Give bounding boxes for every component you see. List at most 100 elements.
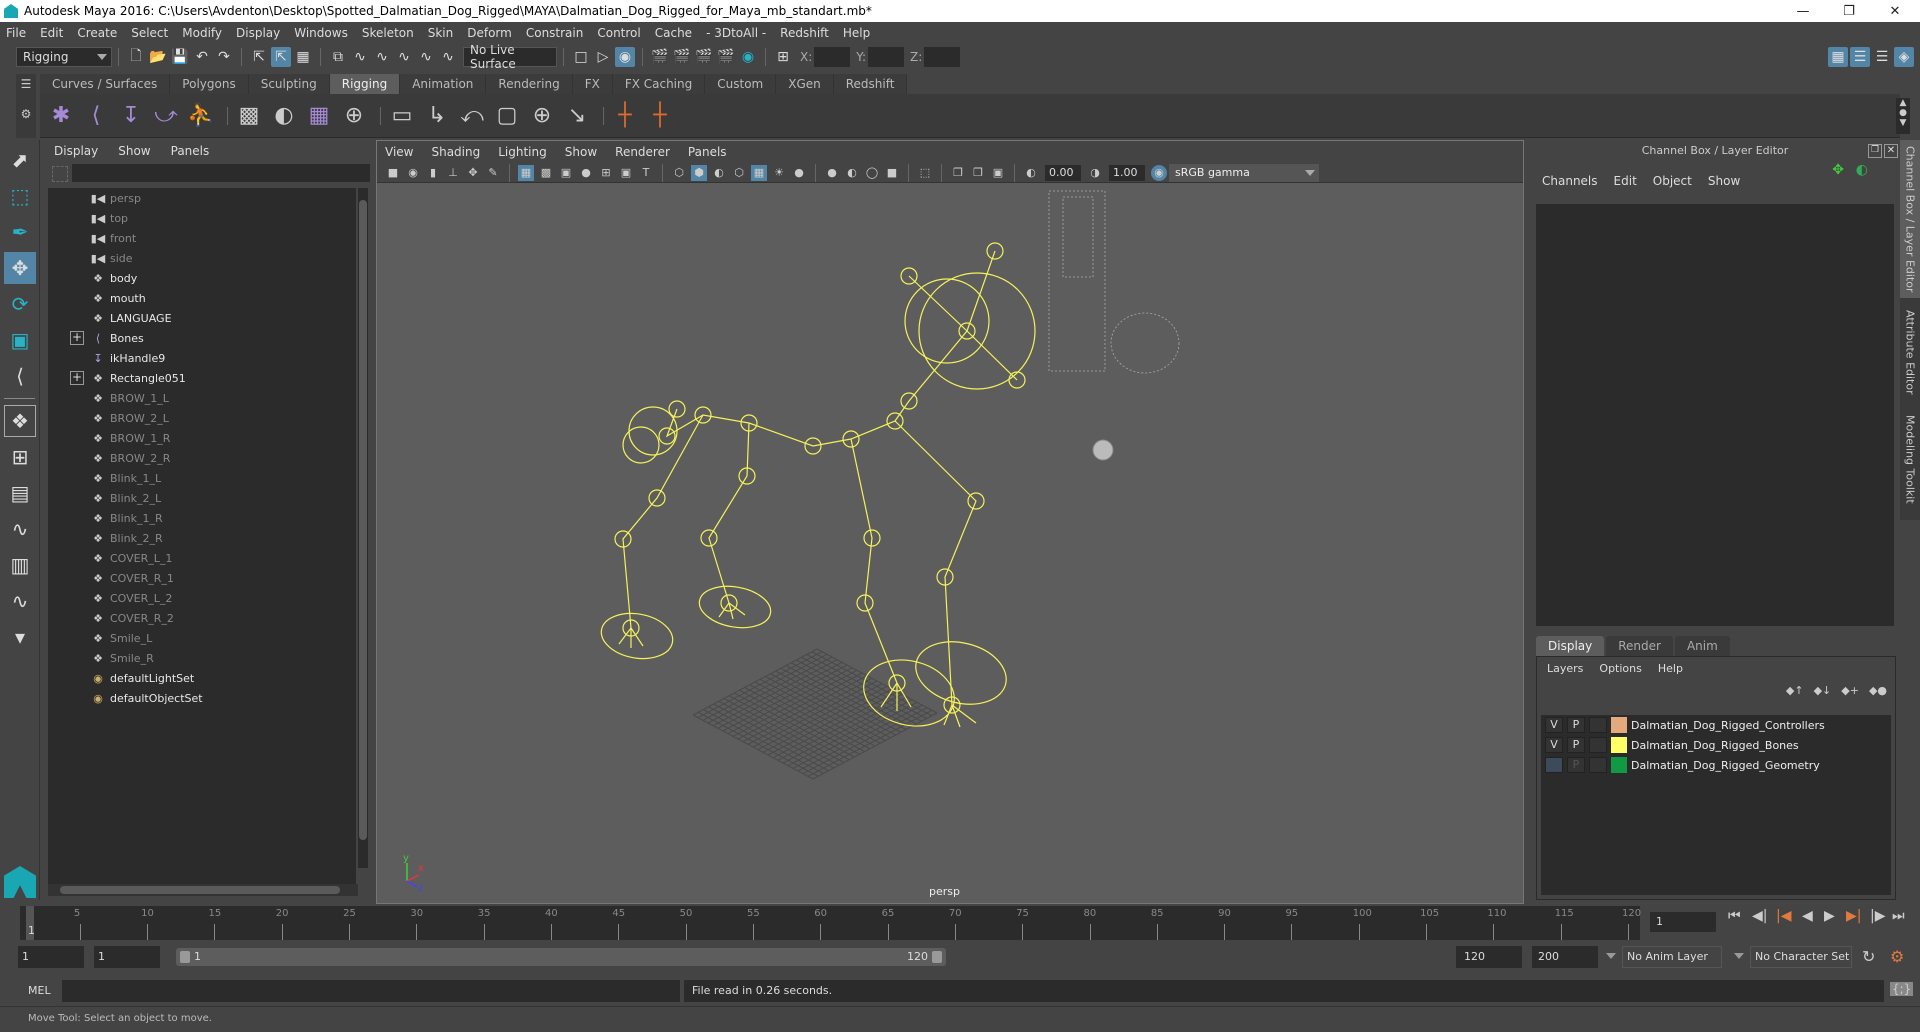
layer-color-swatch[interactable] — [1611, 757, 1627, 773]
toe-bone[interactable] — [630, 627, 644, 647]
shelf-tab-rendering[interactable]: Rendering — [486, 74, 573, 94]
wireframe-on-shaded-icon[interactable]: ⬡ — [731, 165, 747, 181]
outliner-vertical-scrollbar[interactable] — [358, 188, 368, 868]
head-control[interactable] — [918, 272, 1036, 390]
go-to-end-icon[interactable]: ⏭ — [1892, 908, 1905, 924]
parent-constraint-icon[interactable]: ▭ — [387, 101, 417, 131]
layer-tab-render[interactable]: Render — [1606, 636, 1673, 656]
outliner-item[interactable]: ↧ ikHandle9 — [48, 348, 356, 368]
gamma-icon[interactable]: ◑ — [1087, 165, 1103, 181]
outliner-item[interactable]: ❖ BROW_1_L — [48, 388, 356, 408]
film-gate-icon[interactable]: ▩ — [538, 165, 554, 181]
script-editor-icon[interactable]: {;} — [1890, 982, 1914, 996]
jaw-bone[interactable] — [966, 330, 1018, 381]
layer-visibility-toggle[interactable]: V — [1545, 717, 1563, 733]
make-live-icon[interactable]: ∿ — [438, 47, 458, 67]
outliner-item[interactable]: ❖ Smile_L — [48, 628, 356, 648]
float-panel-icon[interactable]: ❐ — [1868, 144, 1882, 158]
go-to-start-icon[interactable]: ⏮ — [1728, 908, 1741, 924]
menu-constrain[interactable]: Constrain — [526, 26, 584, 40]
ear-bone[interactable] — [966, 250, 996, 332]
lasso-tool-icon[interactable]: ⬚ — [4, 180, 36, 212]
anim-layer-field[interactable]: No Anim Layer — [1622, 946, 1722, 968]
transform-input-icon[interactable]: ⊞ — [773, 47, 793, 67]
layer-color-swatch[interactable] — [1611, 737, 1627, 753]
shelf-tab-fx[interactable]: FX — [572, 74, 613, 94]
shelf-menu-icon[interactable]: ☰ — [16, 74, 36, 94]
move-layer-up-icon[interactable]: ◆↑ — [1786, 684, 1804, 697]
last-tool-joint-icon[interactable]: ⟨ — [4, 360, 36, 392]
side-tab-modeling-toolkit[interactable]: Modeling Toolkit — [1900, 406, 1920, 512]
playback-start-field[interactable]: 1 — [94, 946, 160, 968]
ik-spline-icon[interactable]: ⤻ — [151, 101, 181, 131]
layout-options-icon[interactable]: ▾ — [4, 621, 36, 653]
outliner-item[interactable]: ❖ Blink_2_L — [48, 488, 356, 508]
tool-settings-toggle-icon[interactable]: ☰ — [1872, 47, 1892, 67]
shelf-tab-curves-surfaces[interactable]: Curves / Surfaces — [40, 74, 171, 94]
image-plane-icon[interactable]: ⊥ — [445, 165, 461, 181]
move-layer-down-icon[interactable]: ◆↓ — [1814, 684, 1832, 697]
safe-title-icon[interactable]: T — [638, 165, 654, 181]
xray-icon[interactable]: ❐ — [950, 165, 966, 181]
depth-of-field-icon[interactable]: ■ — [884, 165, 900, 181]
save-scene-icon[interactable]: 💾 — [170, 47, 190, 67]
outliner-item[interactable]: ◉ defaultLightSet — [48, 668, 356, 688]
viewport-menu-view[interactable]: View — [385, 145, 413, 159]
shelf-tab-redshift[interactable]: Redshift — [833, 74, 908, 94]
snap-grid-icon[interactable]: ⧉ — [328, 47, 348, 67]
layer-tab-display[interactable]: Display — [1536, 636, 1605, 656]
paint-weights-icon[interactable]: ◐ — [269, 101, 299, 131]
outliner-search-input[interactable] — [72, 164, 370, 182]
render-view-icon[interactable]: 🎬 — [650, 47, 670, 67]
character-set-dropdown-icon[interactable] — [1734, 953, 1744, 959]
outliner-horizontal-scrollbar[interactable] — [48, 884, 358, 896]
smooth-shade-icon[interactable]: ⬢ — [691, 164, 707, 181]
single-perspective-layout-icon[interactable]: ❖ — [4, 405, 36, 437]
layer-row[interactable]: V P Dalmatian_Dog_Rigged_Bones — [1541, 735, 1891, 755]
shelf-scroll[interactable]: ▲ ● ▼ — [1896, 98, 1910, 134]
menu-control[interactable]: Control — [597, 26, 640, 40]
color-management-toggle-icon[interactable]: ◉ — [1151, 164, 1167, 181]
outliner-item[interactable]: ❖ COVER_L_2 — [48, 588, 356, 608]
outliner-item[interactable]: ▮◀ side — [48, 248, 356, 268]
quick-rig-icon[interactable]: ⛹ — [186, 101, 216, 131]
expand-icon[interactable]: + — [70, 331, 84, 345]
xray-active-components-icon[interactable]: ❐ — [970, 165, 986, 181]
viewport-menu-lighting[interactable]: Lighting — [498, 145, 547, 159]
2d-pan-zoom-icon[interactable]: ✥ — [465, 165, 481, 181]
menu-help[interactable]: Help — [843, 26, 870, 40]
default-material-icon[interactable]: ◐ — [711, 165, 727, 181]
render-settings-icon[interactable]: 🎬 — [716, 47, 736, 67]
y-field[interactable] — [868, 47, 905, 67]
snap-point-icon[interactable]: ∿ — [372, 47, 392, 67]
layer-color-swatch[interactable] — [1611, 717, 1627, 733]
persp-graph-layout-icon[interactable]: ∿ — [4, 513, 36, 545]
render-frame-icon[interactable]: 🎬 — [672, 47, 692, 67]
restore-icon[interactable]: ❐ — [1826, 0, 1872, 22]
isolate-select-icon[interactable]: ⬚ — [917, 165, 933, 181]
ik-handle-icon[interactable]: ↧ — [116, 101, 146, 131]
front-right-leg[interactable] — [894, 420, 977, 706]
menu-modify[interactable]: Modify — [182, 26, 222, 40]
outliner-item[interactable]: ❖ Blink_2_R — [48, 528, 356, 548]
layer-row[interactable]: V P Dalmatian_Dog_Rigged_Controllers — [1541, 715, 1891, 735]
layer-type-toggle[interactable] — [1589, 717, 1607, 733]
joint-tool-icon[interactable]: ✱ — [46, 101, 76, 131]
textured-icon[interactable]: ▦ — [751, 164, 767, 181]
gate-mask-icon[interactable]: ● — [578, 165, 594, 181]
front-right-foot-control[interactable] — [909, 633, 1013, 713]
layer-row[interactable]: P Dalmatian_Dog_Rigged_Geometry — [1541, 755, 1891, 775]
exposure-field[interactable]: 0.00 — [1045, 164, 1081, 181]
redo-icon[interactable]: ↷ — [214, 47, 234, 67]
outliner-item[interactable]: ▮◀ top — [48, 208, 356, 228]
remove-constraint-icon[interactable]: ┼ — [645, 101, 675, 131]
facial-controls-panel[interactable] — [1048, 190, 1180, 374]
close-panel-icon[interactable]: ✕ — [1884, 144, 1898, 158]
menu-3dtoall[interactable]: - 3DtoAll - — [706, 26, 766, 40]
layer-type-toggle[interactable] — [1589, 757, 1607, 773]
outliner-item[interactable]: ❖ COVER_R_1 — [48, 568, 356, 588]
outliner-item[interactable]: ❖ mouth — [48, 288, 356, 308]
outliner-item[interactable]: ❖ body — [48, 268, 356, 288]
pole-vector-constraint-icon[interactable]: ↘ — [562, 101, 592, 131]
command-language-label[interactable]: MEL — [28, 984, 51, 997]
